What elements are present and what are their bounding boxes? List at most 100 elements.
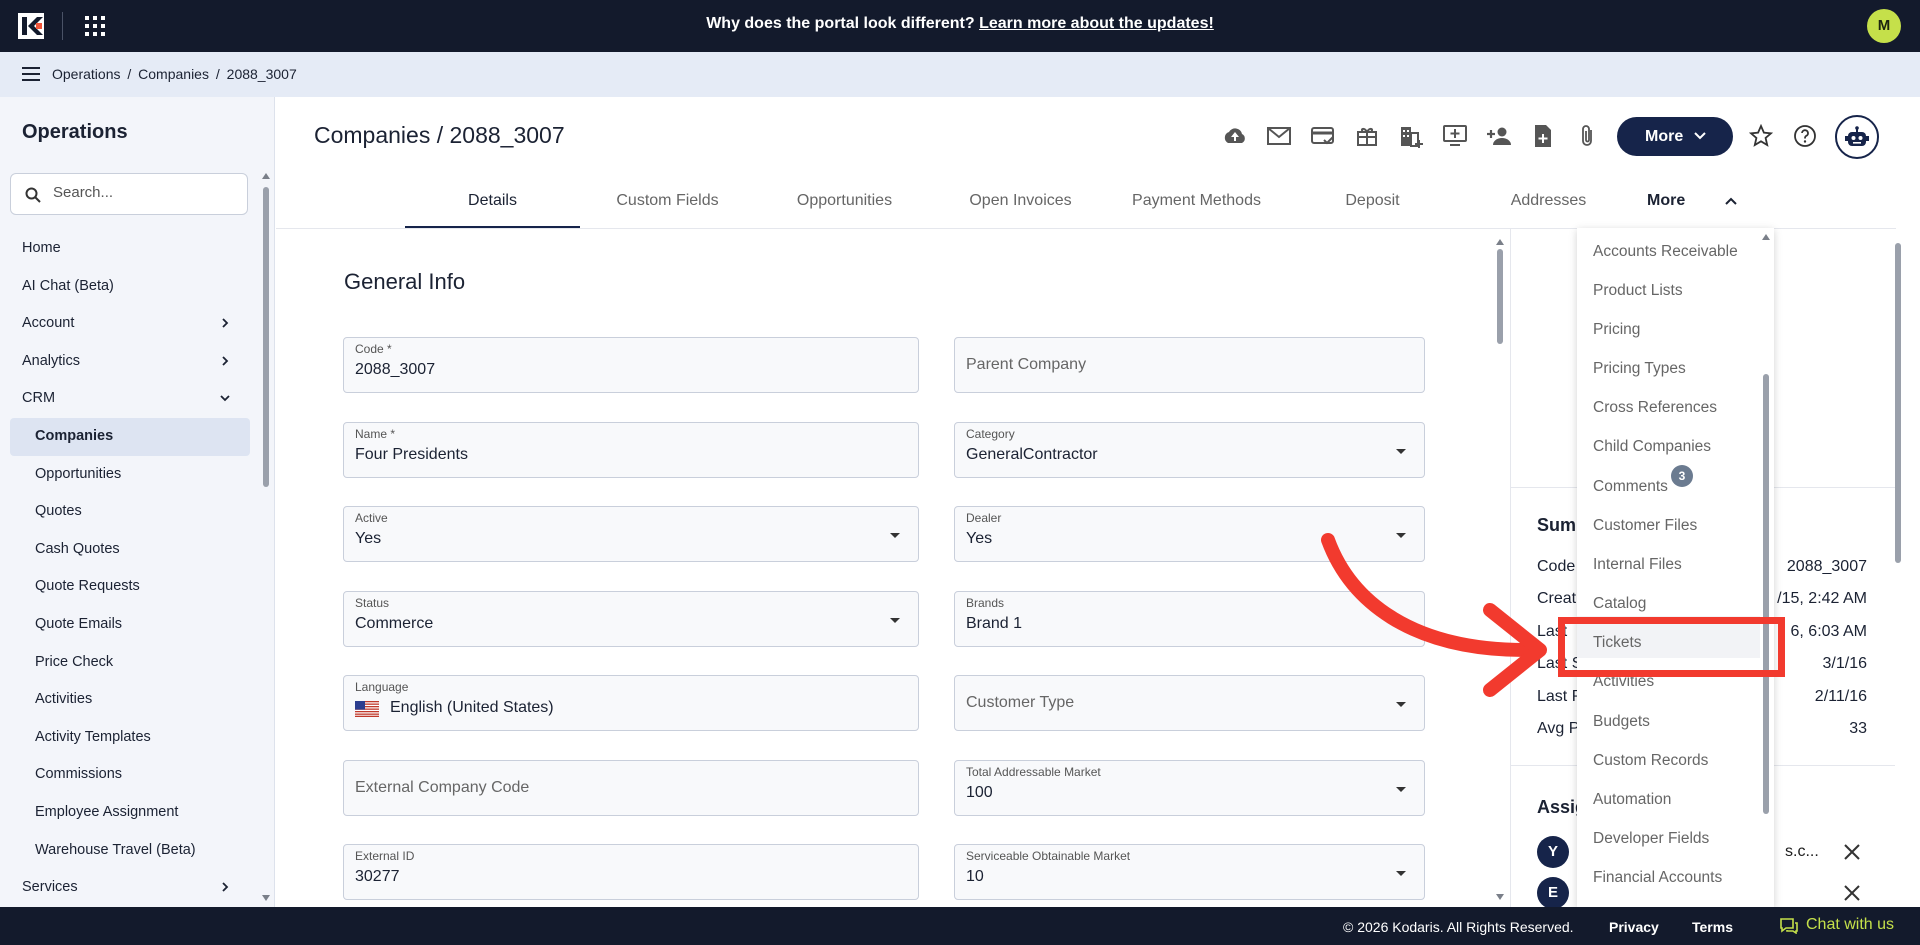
field-value: Brand 1 [966, 615, 1023, 632]
menu-item-budgets[interactable]: Budgets [1593, 713, 1650, 731]
menu-item-customer-files[interactable]: Customer Files [1593, 517, 1697, 535]
hamburger-menu-icon[interactable] [22, 67, 40, 81]
code-field[interactable]: Code * 2088_3007 [343, 337, 919, 393]
menu-item-developer-fields[interactable]: Developer Fields [1593, 830, 1709, 848]
sidebar-item-analytics[interactable]: Analytics [0, 343, 260, 381]
scroll-down-arrow[interactable] [262, 895, 270, 901]
field-value: Yes [355, 530, 382, 547]
sidebar-item-quote-requests[interactable]: Quote Requests [0, 568, 260, 606]
sidebar-item-price-check[interactable]: Price Check [0, 644, 260, 682]
add-to-queue-icon[interactable] [1438, 119, 1472, 153]
sidebar-item-companies[interactable]: Companies [10, 417, 250, 456]
active-select[interactable]: Active Yes [343, 506, 919, 562]
sidebar-item-services[interactable]: Services [0, 869, 260, 907]
sidebar-item-cash-quotes[interactable]: Cash Quotes [0, 531, 260, 569]
breadcrumb-bar: Operations / Companies / 2088_3007 [0, 52, 1920, 97]
user-avatar[interactable]: M [1867, 9, 1901, 43]
help-icon[interactable] [1793, 124, 1817, 148]
language-field[interactable]: Language English (United States) [343, 675, 919, 731]
chat-with-us-button[interactable]: Chat with us [1780, 916, 1894, 934]
dropdown-caret-icon [1396, 787, 1406, 792]
menu-item-child-companies[interactable]: Child Companies [1593, 438, 1711, 456]
scroll-up-arrow[interactable] [262, 173, 270, 179]
tab-addresses[interactable]: Addresses [1461, 186, 1636, 228]
add-document-icon[interactable] [1526, 119, 1560, 153]
more-actions-button[interactable]: More [1617, 117, 1733, 156]
tab-opportunities[interactable]: Opportunities [757, 186, 932, 228]
menu-item-catalog[interactable]: Catalog [1593, 595, 1646, 613]
total-addressable-market-select[interactable]: Total Addressable Market 100 [954, 760, 1425, 816]
sidebar-item-home[interactable]: Home [0, 230, 260, 268]
remove-assignee-close-icon[interactable] [1843, 884, 1861, 902]
summary-value: 6, 6:03 AM [1790, 623, 1868, 640]
payment-card-check-icon[interactable] [1306, 119, 1340, 153]
sidebar-item-quote-emails[interactable]: Quote Emails [0, 606, 260, 644]
sidebar-item-opportunities[interactable]: Opportunities [0, 456, 260, 494]
external-id-field[interactable]: External ID 30277 [343, 844, 919, 900]
menu-item-financial-accounts[interactable]: Financial Accounts [1593, 869, 1722, 887]
sidebar-item-activity-templates[interactable]: Activity Templates [0, 719, 260, 757]
add-user-icon[interactable] [1482, 119, 1516, 153]
tab-more[interactable]: More [1637, 186, 1742, 228]
menu-item-pricing-types[interactable]: Pricing Types [1593, 360, 1686, 378]
sidebar-item-employee-assignment[interactable]: Employee Assignment [0, 794, 260, 832]
content-scrollbar[interactable] [1497, 249, 1503, 344]
sidebar-item-account[interactable]: Account [0, 305, 260, 343]
cloud-upload-icon[interactable] [1218, 119, 1252, 153]
menu-item-automation[interactable]: Automation [1593, 791, 1671, 809]
sidebar-item-label: Analytics [22, 352, 81, 369]
field-label: Dealer [966, 511, 1002, 525]
ai-assistant-button[interactable] [1835, 115, 1879, 159]
menu-item-cross-references[interactable]: Cross References [1593, 399, 1717, 417]
tab-open-invoices[interactable]: Open Invoices [933, 186, 1108, 228]
terms-link[interactable]: Terms [1692, 919, 1733, 935]
summary-value: /15, 2:42 AM [1777, 590, 1867, 607]
sidebar-item-warehouse-travel[interactable]: Warehouse Travel (Beta) [0, 832, 260, 870]
search-input[interactable] [53, 184, 233, 201]
gift-icon[interactable] [1350, 119, 1384, 153]
tab-payment-methods[interactable]: Payment Methods [1109, 186, 1284, 228]
tab-more-label: More [1647, 192, 1686, 209]
sidebar-item-commissions[interactable]: Commissions [0, 756, 260, 794]
remove-assignee-close-icon[interactable] [1843, 843, 1861, 861]
menu-item-accounts-receivable[interactable]: Accounts Receivable [1593, 243, 1738, 261]
breadcrumb-operations[interactable]: Operations [52, 66, 120, 82]
sidebar-item-ai-chat[interactable]: AI Chat (Beta) [0, 268, 260, 306]
building-add-icon[interactable] [1394, 119, 1428, 153]
category-select[interactable]: Category GeneralContractor [954, 422, 1425, 478]
serviceable-obtainable-market-select[interactable]: Serviceable Obtainable Market 10 [954, 844, 1425, 900]
breadcrumb-separator: / [127, 66, 132, 82]
sidebar-item-quotes[interactable]: Quotes [0, 493, 260, 531]
dropdown-scrollbar[interactable] [1763, 374, 1769, 814]
tab-custom-fields[interactable]: Custom Fields [580, 186, 755, 228]
status-select[interactable]: Status Commerce [343, 591, 919, 647]
favorite-star-icon[interactable] [1749, 124, 1773, 148]
attachment-icon[interactable] [1570, 119, 1604, 153]
sidebar-item-label: Activities [35, 691, 93, 708]
sidebar-item-crm[interactable]: CRM [0, 380, 260, 418]
external-company-code-field[interactable]: External Company Code [343, 760, 919, 816]
parent-company-field[interactable]: Parent Company [954, 337, 1425, 393]
menu-item-internal-files[interactable]: Internal Files [1593, 556, 1682, 574]
scroll-up-arrow[interactable] [1496, 239, 1504, 245]
banner-learn-more-link[interactable]: Learn more about the updates! [979, 15, 1214, 32]
scroll-up-arrow[interactable] [1762, 234, 1770, 240]
more-button-label: More [1645, 128, 1684, 145]
sidebar-scrollbar[interactable] [263, 187, 269, 487]
sidebar-item-label: Employee Assignment [35, 803, 179, 820]
scroll-down-arrow[interactable] [1496, 894, 1504, 900]
menu-item-comments[interactable]: Comments [1593, 478, 1668, 496]
menu-item-pricing[interactable]: Pricing [1593, 321, 1640, 339]
panel-scrollbar[interactable] [1895, 243, 1901, 563]
tab-deposit[interactable]: Deposit [1285, 186, 1460, 228]
more-tabs-dropdown: Accounts Receivable Product Lists Pricin… [1577, 228, 1774, 907]
tab-details[interactable]: Details [405, 186, 580, 228]
privacy-link[interactable]: Privacy [1609, 919, 1659, 935]
sidebar-item-activities[interactable]: Activities [0, 681, 260, 719]
menu-item-product-lists[interactable]: Product Lists [1593, 282, 1683, 300]
email-icon[interactable] [1262, 119, 1296, 153]
copyright-text: © 2026 Kodaris. All Rights Reserved. [1343, 919, 1574, 935]
menu-item-custom-records[interactable]: Custom Records [1593, 752, 1708, 770]
name-field[interactable]: Name * Four Presidents [343, 422, 919, 478]
breadcrumb-companies[interactable]: Companies [138, 66, 209, 82]
